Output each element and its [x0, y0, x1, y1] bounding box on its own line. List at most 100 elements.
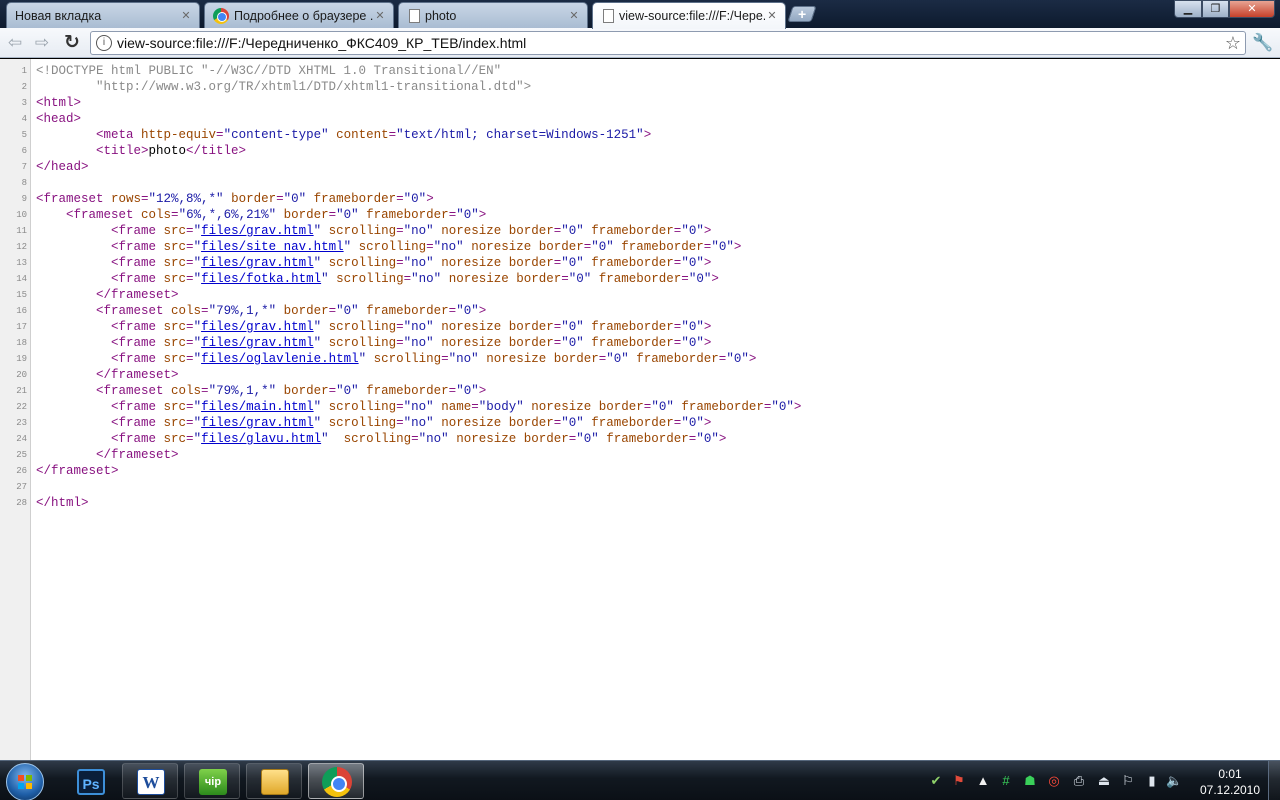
source-line: 24 <frame src="files/glavu.html" scrolli…: [0, 431, 1280, 447]
opera-icon[interactable]: ◎: [1046, 773, 1062, 789]
tab-close-icon[interactable]: ✕: [765, 9, 779, 23]
source-link[interactable]: files/oglavlenie.html: [201, 352, 359, 366]
line-code: </frameset>: [96, 368, 179, 382]
taskbar-explorer[interactable]: [246, 763, 302, 799]
reload-button[interactable]: ↻: [62, 33, 82, 53]
source-line: 17 <frame src="files/grav.html" scrollin…: [0, 319, 1280, 335]
source-line: 6 <title>photo</title>: [0, 143, 1280, 159]
green-hash-icon[interactable]: #: [998, 773, 1014, 789]
url-text[interactable]: view-source:file:///F:/Чередниченко_ФКС4…: [117, 35, 526, 51]
tab-view-source[interactable]: view-source:file:///F:/Чере... ✕: [592, 2, 786, 29]
forward-button[interactable]: ⇨: [32, 33, 52, 53]
line-code: <frame src="files/oglavlenie.html" scrol…: [111, 352, 757, 366]
clock-time[interactable]: 0:01: [1200, 767, 1260, 781]
line-number: 10: [16, 210, 27, 220]
toolbar: ⇦ ⇨ ↻ i view-source:file:///F:/Чередниче…: [0, 28, 1280, 58]
tab-close-icon[interactable]: ✕: [179, 9, 193, 23]
tab-close-icon[interactable]: ✕: [567, 9, 581, 23]
power-icon[interactable]: ▮: [1144, 773, 1160, 789]
line-code: <frame src="files/site_nav.html" scrolli…: [111, 240, 742, 254]
source-line: 11 <frame src="files/grav.html" scrollin…: [0, 223, 1280, 239]
line-number: 28: [16, 498, 27, 508]
source-link[interactable]: files/grav.html: [201, 416, 314, 430]
line-number: 12: [16, 242, 27, 252]
source-link[interactable]: files/glavu.html: [201, 432, 321, 446]
source-link[interactable]: files/grav.html: [201, 336, 314, 350]
source-line: 25 </frameset>: [0, 447, 1280, 463]
source-link[interactable]: files/grav.html: [201, 320, 314, 334]
action-center-flag-icon[interactable]: ⚐: [1120, 773, 1136, 789]
source-link[interactable]: files/grav.html: [201, 256, 314, 270]
taskbar-device-app[interactable]: чір: [184, 763, 240, 799]
line-number: 20: [16, 370, 27, 380]
line-number: 27: [16, 482, 27, 492]
line-number: 15: [16, 290, 27, 300]
source-link[interactable]: files/site_nav.html: [201, 240, 344, 254]
folder-icon: [261, 769, 289, 795]
start-button[interactable]: [6, 763, 44, 800]
safely-remove-icon[interactable]: ⏏: [1096, 773, 1112, 789]
bookmark-star-icon[interactable]: ☆: [1225, 33, 1241, 53]
source-link[interactable]: files/grav.html: [201, 224, 314, 238]
line-code: <frame src="files/glavu.html" scrolling=…: [111, 432, 727, 446]
line-number: 25: [16, 450, 27, 460]
source-view: 1 <!DOCTYPE html PUBLIC "-//W3C//DTD XHTM…: [0, 59, 1280, 760]
line-number: 13: [16, 258, 27, 268]
source-line: 8: [0, 175, 1280, 191]
page-info-icon[interactable]: i: [96, 35, 112, 51]
flag-red-icon[interactable]: ⚑: [951, 773, 967, 789]
tab-title: Новая вкладка: [15, 8, 102, 23]
taskbar-photoshop[interactable]: Ps: [62, 763, 118, 799]
line-number: 7: [21, 162, 27, 172]
source-line: 9 <frameset rows="12%,8%,*" border="0" fr…: [0, 191, 1280, 207]
source-line: 15 </frameset>: [0, 287, 1280, 303]
source-line: 20 </frameset>: [0, 367, 1280, 383]
tab-title: Подробнее о браузере ...: [234, 8, 373, 23]
maximize-button[interactable]: ❐: [1202, 0, 1229, 18]
tab-title: photo: [425, 8, 457, 23]
line-code: <html>: [36, 96, 82, 110]
line-number: 14: [16, 274, 27, 284]
line-number: 22: [16, 402, 27, 412]
tab-close-icon[interactable]: ✕: [373, 9, 387, 23]
taskbar-chrome[interactable]: [308, 763, 364, 799]
line-code: <frame src="files/grav.html" scrolling="…: [111, 320, 712, 334]
warning-icon[interactable]: ▲: [975, 773, 991, 789]
line-number: 21: [16, 386, 27, 396]
back-button[interactable]: ⇦: [5, 33, 25, 53]
new-tab-button[interactable]: +: [787, 6, 817, 22]
line-code: <frame src="files/grav.html" scrolling="…: [111, 416, 712, 430]
source-line: 21 <frameset cols="79%,1,*" border="0" f…: [0, 383, 1280, 399]
line-number: 1: [21, 66, 27, 76]
green-robot-icon[interactable]: ☗: [1022, 773, 1038, 789]
close-button[interactable]: ✕: [1229, 0, 1275, 18]
source-line: 7 </head>: [0, 159, 1280, 175]
wrench-icon[interactable]: 🔧: [1252, 33, 1274, 53]
volume-icon[interactable]: 🔈: [1166, 773, 1182, 789]
network-check-icon[interactable]: ✔: [928, 773, 944, 789]
show-desktop-button[interactable]: [1268, 761, 1280, 800]
line-code: <frame src="files/grav.html" scrolling="…: [111, 256, 712, 270]
printer-icon[interactable]: ⎙: [1071, 773, 1087, 789]
source-line: 4 <head>: [0, 111, 1280, 127]
source-link[interactable]: files/main.html: [201, 400, 314, 414]
line-number: 6: [21, 146, 27, 156]
minimize-button[interactable]: ▁: [1174, 0, 1202, 18]
tab-new-tab[interactable]: Новая вкладка ✕: [6, 2, 200, 28]
address-bar[interactable]: i view-source:file:///F:/Чередниченко_ФК…: [90, 31, 1246, 55]
tab-about-chrome[interactable]: Подробнее о браузере ... ✕: [204, 2, 394, 28]
source-line: 5 <meta http-equiv="content-type" conten…: [0, 127, 1280, 143]
source-link[interactable]: files/fotka.html: [201, 272, 321, 286]
line-number: 19: [16, 354, 27, 364]
line-number: 16: [16, 306, 27, 316]
tab-photo[interactable]: photo ✕: [398, 2, 588, 28]
device-app-icon: чір: [199, 769, 227, 795]
line-code: <frame src="files/fotka.html" scrolling=…: [111, 272, 719, 286]
line-code: </frameset>: [96, 288, 179, 302]
page-icon: [603, 9, 614, 23]
clock-date[interactable]: 07.12.2010: [1196, 783, 1264, 797]
taskbar-word[interactable]: W: [122, 763, 178, 799]
line-code: <!DOCTYPE html PUBLIC "-//W3C//DTD XHTML…: [36, 64, 502, 78]
line-code: <frame src="files/grav.html" scrolling="…: [111, 336, 712, 350]
line-code: </frameset>: [96, 448, 179, 462]
